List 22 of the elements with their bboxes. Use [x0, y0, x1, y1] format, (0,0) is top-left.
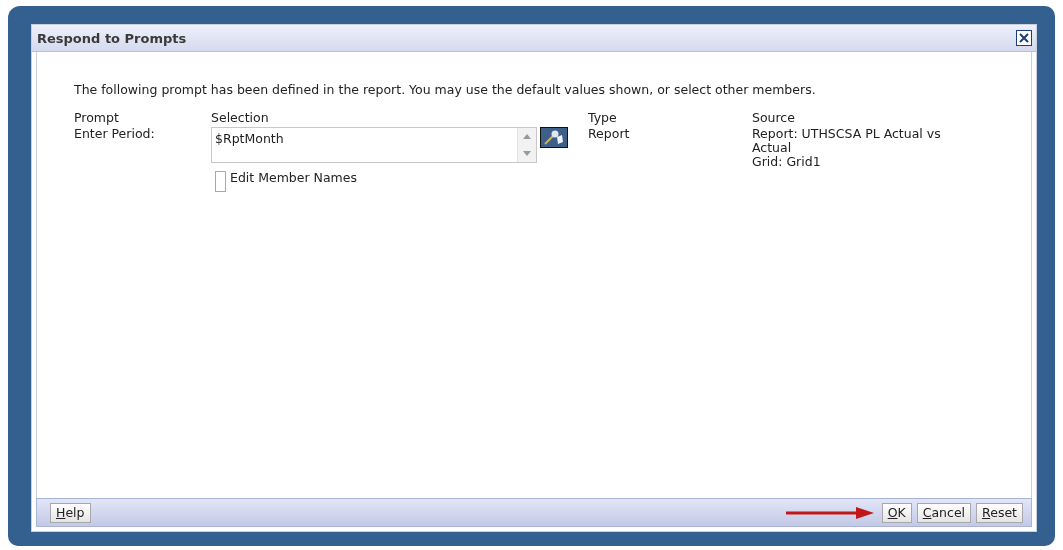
intro-text: The following prompt has been defined in the report. You may use the default values shown, or select other members.: [74, 82, 817, 97]
dialog-button[interactable]: Reset: [976, 502, 1023, 523]
column-header: Source: [752, 111, 796, 125]
help-button[interactable]: Help: [50, 502, 91, 523]
member-selector-button[interactable]: [540, 127, 568, 148]
column-header: Type: [588, 111, 618, 125]
arrow-icon: [783, 506, 874, 519]
column-header: Selection: [211, 111, 270, 125]
dialog-button[interactable]: Cancel: [916, 502, 972, 523]
close-icon: [1019, 33, 1029, 43]
column-header: Prompt: [74, 111, 120, 125]
scroll-bar[interactable]: [517, 128, 536, 162]
selection-field[interactable]: $RptMonth: [211, 127, 537, 163]
dialog-button[interactable]: OK: [881, 502, 912, 523]
prompt-label: Enter Period:: [74, 127, 156, 143]
source-text: Report: UTHSCSA PL Actual vs Actual: [752, 127, 942, 155]
checkbox-label: Edit Member Names: [230, 171, 357, 185]
type-text: Report: [588, 127, 631, 143]
window-title: Respond to Prompts: [37, 30, 187, 46]
close-button[interactable]: [1016, 30, 1032, 46]
source-text: Grid: Grid1: [752, 155, 822, 169]
checkbox[interactable]: [215, 171, 226, 192]
